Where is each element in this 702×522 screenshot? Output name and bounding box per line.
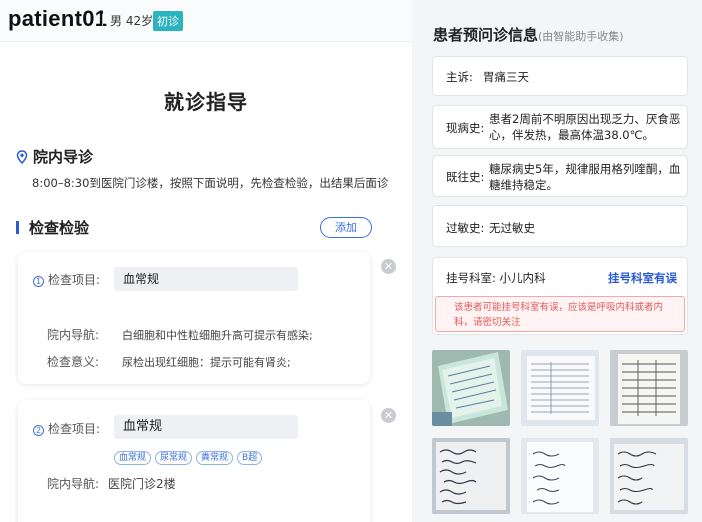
patient-name: patient01 [8,6,108,31]
visit-type-badge: 初诊 [153,11,183,31]
divider [102,14,103,26]
hospital-nav-text: 白细胞和中性粒细胞升高可提示有感染; [122,329,313,342]
allergy-box: 过敏史: 无过敏史 [432,205,688,247]
chief-complaint-value: 胃痛三天 [483,70,529,84]
medical-record-photo[interactable] [610,438,688,514]
wrong-department-link[interactable]: 挂号科室有误 [608,270,677,286]
close-icon[interactable]: ✕ [381,408,396,423]
present-illness-label: 现病史: [446,121,485,135]
chief-complaint-label: 主诉: [446,70,473,84]
exam-tag[interactable]: B超 [237,451,263,465]
pre-visit-subtitle: (由智能助手收集) [538,30,624,43]
close-icon[interactable]: ✕ [381,259,396,274]
department-label: 挂号科室: 小儿内科 [446,271,546,285]
hospital-nav-label: 院内导航: [47,328,100,342]
exam-tag[interactable]: 尿常规 [155,451,193,465]
section-nav-heading: 院内导诊 [16,146,93,167]
number-icon: 2 [33,425,44,436]
past-history-value: 糖尿病史5年，规律服用格列喹酮，血糖维持稳定。 [489,162,681,192]
nav-instructions: 8:00–8:30到医院门诊楼，按照下面说明，先检查检验，出结果后面诊 [32,176,389,190]
pre-visit-panel: 患者预问诊信息(由智能助手收集) 主诉: 胃痛三天 现病史: 患者2周前不明原因… [420,0,702,522]
exam-item-input[interactable]: 血常规 [114,415,298,439]
department-box: 挂号科室: 小儿内科 挂号科室有误 该患者可能挂号科室有误，应该是呼吸内科或者内… [432,257,688,335]
medical-record-photo[interactable] [432,438,510,514]
section-exam-heading: 检查检验 [16,217,89,238]
allergy-value: 无过敏史 [489,221,535,235]
department-value: 小儿内科 [499,271,546,285]
present-illness-value: 患者2周前不明原因出现乏力、厌食恶心，伴发热，最高体温38.0℃。 [489,112,681,142]
medical-record-photo[interactable] [610,350,688,426]
page-title: 就诊指导 [164,90,248,114]
hospital-nav-label: 院内导航: [47,477,100,491]
hospital-nav-text: 医院门诊2楼 [108,477,176,491]
location-pin-icon [16,149,28,164]
exam-item-label: 2 检查项目: [33,420,100,437]
department-warning: 该患者可能挂号科室有误，应该是呼吸内科或者内科，请密切关注 [435,296,685,332]
patient-header: patient01 男 42岁 初诊 [0,0,412,42]
section-nav-title: 院内导诊 [33,148,94,166]
exam-item-input[interactable]: 血常规 [114,267,298,291]
past-history-box: 既往史: 糖尿病史5年，规律服用格列喹酮，血糖维持稳定。 [432,155,688,197]
medical-record-photo[interactable] [521,438,599,514]
exam-meaning-label: 检查意义: [47,355,100,369]
section-marker [16,221,19,234]
chief-complaint-box: 主诉: 胃痛三天 [432,56,688,96]
present-illness-box: 现病史: 患者2周前不明原因出现乏力、厌食恶心，伴发热，最高体温38.0℃。 [432,105,688,149]
patient-gender-age: 男 42岁 [110,14,154,28]
exam-item-label: 1 检查项目: [33,271,100,288]
add-exam-button[interactable]: 添加 [320,217,372,238]
medical-record-photo[interactable] [432,350,510,426]
exam-tag-list: 血常规 尿常规 粪常规 B超 [114,445,266,465]
exam-tag[interactable]: 粪常规 [196,451,234,465]
exam-tag[interactable]: 血常规 [114,451,152,465]
exam-meaning-text: 尿检出现红细胞：提示可能有肾炎; [122,356,291,369]
pre-visit-title: 患者预问诊信息(由智能助手收集) [433,26,624,44]
section-exam-title: 检查检验 [29,219,90,237]
allergy-label: 过敏史: [446,221,485,235]
past-history-label: 既往史: [446,170,485,184]
medical-record-photo[interactable] [521,350,599,426]
visit-guide-panel: patient01 男 42岁 初诊 就诊指导 院内导诊 8:00–8:30到医… [0,0,412,522]
number-icon: 1 [33,276,44,287]
